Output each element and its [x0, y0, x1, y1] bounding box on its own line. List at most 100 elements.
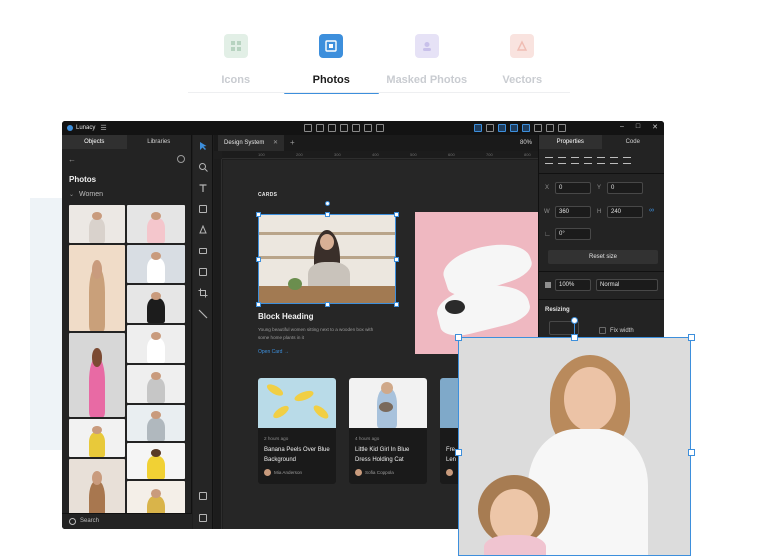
- dark-mode-icon[interactable]: [546, 124, 554, 132]
- opacity-field[interactable]: 100%: [555, 279, 591, 291]
- search-bar[interactable]: Search: [62, 513, 192, 529]
- link-proportions-icon[interactable]: ∞: [649, 207, 654, 214]
- tab-photos[interactable]: Photos: [283, 30, 380, 96]
- shoes-image[interactable]: [415, 212, 538, 354]
- rectangle-tool-icon[interactable]: [198, 204, 208, 214]
- image-tool-icon[interactable]: [198, 267, 208, 277]
- photo-thumbnail[interactable]: [69, 419, 125, 457]
- preview-icon[interactable]: [534, 124, 542, 132]
- video-tool-icon[interactable]: [198, 246, 208, 256]
- crop-tool-icon[interactable]: [198, 288, 208, 298]
- pen-tool-icon[interactable]: [198, 224, 208, 235]
- x-field[interactable]: 0: [555, 182, 591, 194]
- resize-handle[interactable]: [455, 449, 462, 456]
- fix-width-checkbox[interactable]: [599, 327, 606, 334]
- photo-thumbnail[interactable]: [127, 205, 185, 243]
- width-field[interactable]: 360: [555, 206, 591, 218]
- card-author: Mia Anderson: [264, 469, 302, 476]
- app-name: Lunacy: [76, 125, 96, 131]
- pencil-tool-icon[interactable]: [198, 309, 208, 319]
- search-input[interactable]: Search: [80, 518, 99, 524]
- tab-libraries[interactable]: Libraries: [127, 135, 192, 149]
- resize-handle[interactable]: [325, 302, 330, 307]
- photo-grid: [69, 205, 185, 523]
- minimize-icon[interactable]: –: [620, 123, 624, 131]
- layout-icon[interactable]: [498, 124, 506, 132]
- resize-handle[interactable]: [394, 212, 399, 217]
- export-icon[interactable]: [198, 491, 208, 501]
- rotate-icon[interactable]: [340, 124, 348, 132]
- photo-thumbnail[interactable]: [127, 443, 185, 479]
- photo-thumbnail[interactable]: [69, 205, 125, 243]
- corner-icon[interactable]: [474, 124, 482, 132]
- article-card[interactable]: 2 hours ago Banana Peels Over Blue Backg…: [258, 378, 336, 484]
- rotation-field[interactable]: 0°: [555, 228, 591, 240]
- close-icon[interactable]: ✕: [652, 123, 658, 131]
- mask-icon[interactable]: [352, 124, 360, 132]
- category-label[interactable]: Women: [69, 191, 103, 198]
- photo-thumbnail[interactable]: [127, 325, 185, 363]
- photo-thumbnail[interactable]: [127, 365, 185, 403]
- resize-handle[interactable]: [256, 212, 261, 217]
- article-card[interactable]: 4 hours ago Little Kid Girl In Blue Dres…: [349, 378, 427, 484]
- align-left-icon[interactable]: [545, 157, 553, 164]
- resize-handle[interactable]: [325, 212, 330, 217]
- tab-properties[interactable]: Properties: [539, 135, 602, 149]
- align-top-icon[interactable]: [584, 157, 592, 164]
- resize-handle[interactable]: [256, 257, 261, 262]
- flag-icon[interactable]: [376, 124, 384, 132]
- add-tab-icon[interactable]: +: [290, 135, 295, 151]
- resize-handle[interactable]: [688, 334, 695, 341]
- zoom-tool-icon[interactable]: [198, 162, 208, 172]
- y-field[interactable]: 0: [607, 182, 643, 194]
- text-tool-icon[interactable]: [198, 183, 208, 193]
- photo-thumbnail[interactable]: [127, 285, 185, 323]
- distribute-icon[interactable]: [623, 157, 631, 164]
- tab-objects[interactable]: Objects: [62, 135, 127, 149]
- resizing-label: Resizing: [545, 307, 570, 313]
- align-bottom-icon[interactable]: [610, 157, 618, 164]
- resize-handle[interactable]: [571, 334, 578, 341]
- tab-masked-photos[interactable]: Masked Photos: [379, 30, 475, 96]
- tab-vectors[interactable]: Vectors: [475, 30, 571, 96]
- resize-handle[interactable]: [394, 302, 399, 307]
- crop-icon[interactable]: [304, 124, 312, 132]
- rotate-handle[interactable]: [325, 201, 330, 206]
- photo-thumbnail[interactable]: [127, 245, 185, 283]
- select-tool-icon[interactable]: [198, 141, 208, 151]
- align-middle-icon[interactable]: [597, 157, 605, 164]
- photo-thumbnail[interactable]: [127, 405, 185, 441]
- grid-icon[interactable]: [486, 124, 494, 132]
- image-icon[interactable]: [328, 124, 336, 132]
- panel-toggle-icon[interactable]: [198, 513, 208, 523]
- photo-thumbnail[interactable]: [69, 333, 125, 417]
- align-center-icon[interactable]: [558, 157, 566, 164]
- settings-icon[interactable]: [177, 155, 185, 163]
- zoom-level[interactable]: 80%: [520, 135, 532, 151]
- resize-handle[interactable]: [394, 257, 399, 262]
- snap-icon[interactable]: [522, 124, 530, 132]
- maximize-icon[interactable]: □: [636, 123, 640, 131]
- align-right-icon[interactable]: [571, 157, 579, 164]
- blend-mode-select[interactable]: Normal: [596, 279, 658, 291]
- height-field[interactable]: 240: [607, 206, 643, 218]
- triangle-icon[interactable]: [364, 124, 372, 132]
- photo-thumbnail[interactable]: [69, 245, 125, 331]
- close-tab-icon[interactable]: ✕: [273, 135, 278, 151]
- text-icon[interactable]: [316, 124, 324, 132]
- tab-code[interactable]: Code: [602, 135, 665, 149]
- resize-handle[interactable]: [688, 449, 695, 456]
- block-heading: Block Heading: [258, 312, 314, 321]
- menu-icon[interactable]: ☰: [100, 124, 106, 132]
- document-tab[interactable]: Design System ✕: [218, 135, 284, 151]
- document-tab-label: Design System: [224, 140, 265, 146]
- pixel-icon[interactable]: [510, 124, 518, 132]
- fix-width-option[interactable]: Fix width: [599, 327, 634, 334]
- open-card-link[interactable]: Open Card →: [258, 349, 289, 355]
- back-arrow-icon[interactable]: ←: [68, 155, 76, 164]
- resize-handle[interactable]: [256, 302, 261, 307]
- tab-icons[interactable]: Icons: [188, 30, 284, 96]
- resize-handle[interactable]: [455, 334, 462, 341]
- reset-size-button[interactable]: Reset size: [548, 250, 658, 264]
- cloud-icon[interactable]: [558, 124, 566, 132]
